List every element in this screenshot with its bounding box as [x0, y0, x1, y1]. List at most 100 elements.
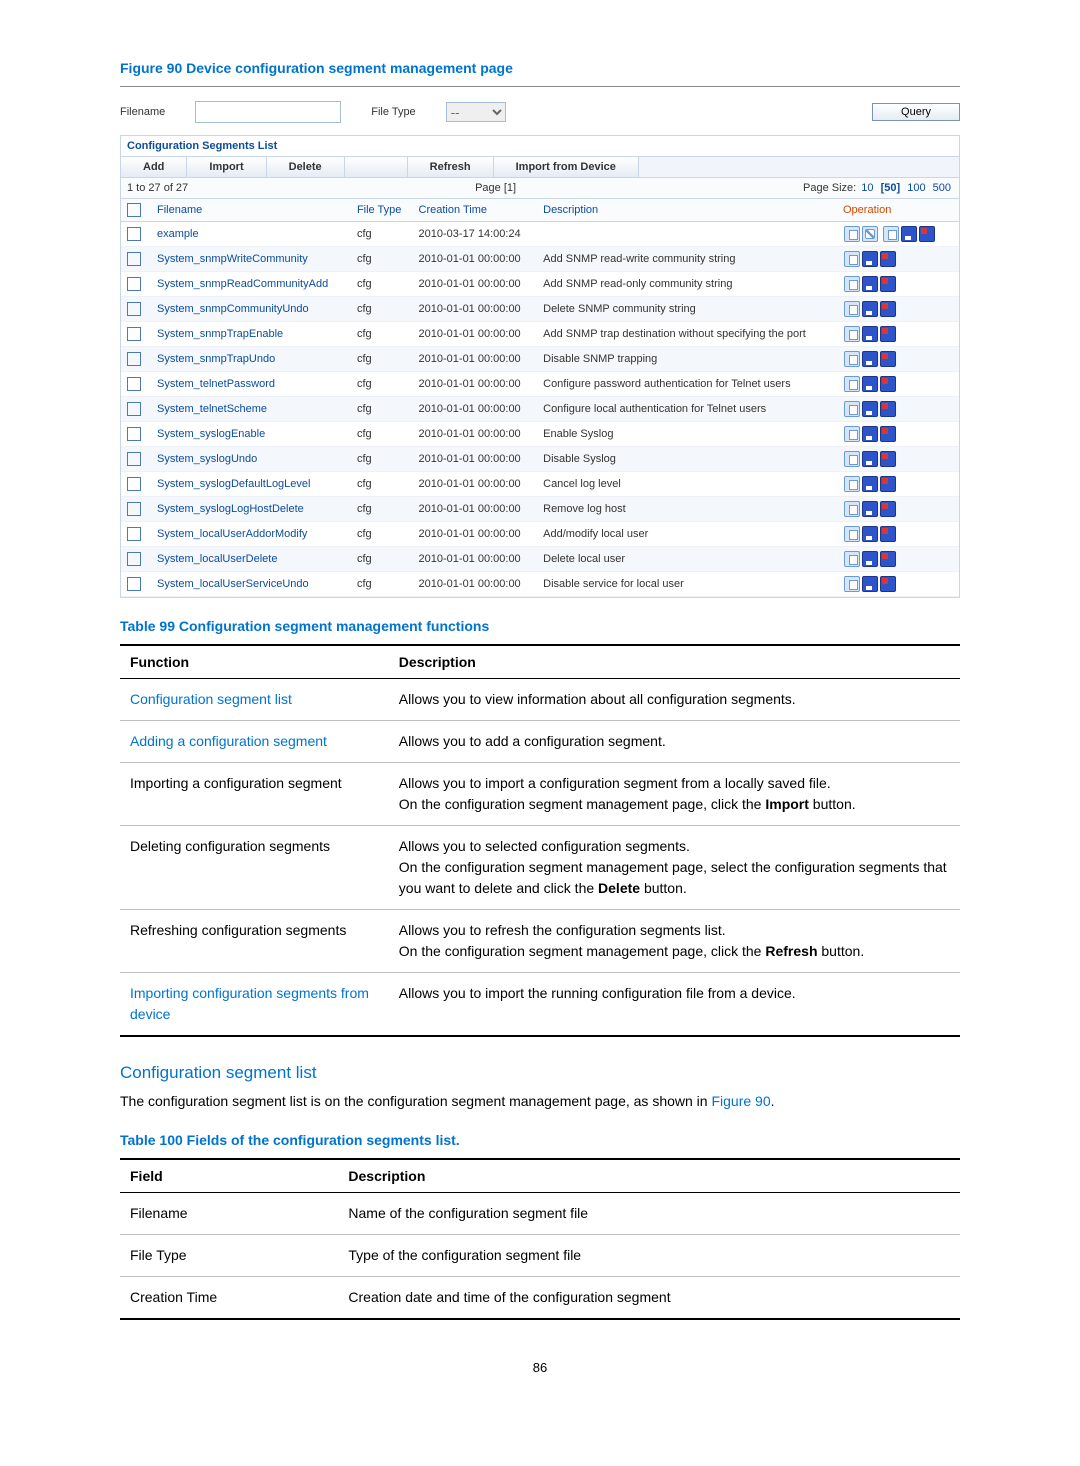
deploy-icon[interactable] [919, 226, 935, 242]
row-filename[interactable]: System_telnetScheme [151, 397, 351, 422]
deploy-icon[interactable] [880, 501, 896, 517]
col-filetype[interactable]: File Type [351, 199, 413, 222]
link-icon[interactable] [862, 226, 878, 242]
deploy-icon[interactable] [880, 251, 896, 267]
deploy-icon[interactable] [880, 326, 896, 342]
save-icon[interactable] [862, 401, 878, 417]
copy-icon[interactable] [844, 276, 860, 292]
row-checkbox[interactable] [127, 252, 141, 266]
col-filename[interactable]: Filename [151, 199, 351, 222]
copy-icon[interactable] [844, 351, 860, 367]
function-link[interactable]: Adding a configuration segment [130, 733, 327, 749]
row-filename[interactable]: System_snmpReadCommunityAdd [151, 272, 351, 297]
function-link[interactable]: Configuration segment list [130, 691, 292, 707]
select-all-checkbox[interactable] [127, 203, 141, 217]
copy-icon[interactable] [844, 451, 860, 467]
copy-icon[interactable] [844, 401, 860, 417]
row-filename[interactable]: System_syslogUndo [151, 447, 351, 472]
row-checkbox[interactable] [127, 477, 141, 491]
row-checkbox[interactable] [127, 452, 141, 466]
col-ctime[interactable]: Creation Time [413, 199, 538, 222]
deploy-icon[interactable] [880, 426, 896, 442]
row-filename[interactable]: System_snmpWriteCommunity [151, 247, 351, 272]
query-button[interactable]: Query [872, 103, 960, 121]
row-filename[interactable]: System_telnetPassword [151, 372, 351, 397]
save-icon[interactable] [862, 551, 878, 567]
deploy-icon[interactable] [880, 276, 896, 292]
save-icon[interactable] [862, 251, 878, 267]
save-icon[interactable] [862, 476, 878, 492]
copy-icon[interactable] [844, 376, 860, 392]
import-button[interactable]: Import [187, 157, 266, 177]
save-icon[interactable] [862, 276, 878, 292]
row-filename[interactable]: System_localUserServiceUndo [151, 572, 351, 597]
filetype-select[interactable]: -- [446, 102, 506, 122]
deploy-icon[interactable] [880, 376, 896, 392]
row-checkbox[interactable] [127, 527, 141, 541]
save-icon[interactable] [862, 326, 878, 342]
row-checkbox[interactable] [127, 427, 141, 441]
deploy-icon[interactable] [880, 576, 896, 592]
pagesize-50[interactable]: [50] [881, 182, 901, 194]
delete-button[interactable]: Delete [267, 157, 345, 177]
row-filename[interactable]: example [151, 222, 351, 247]
save-icon[interactable] [862, 301, 878, 317]
row-filename[interactable]: System_snmpTrapUndo [151, 347, 351, 372]
row-filename[interactable]: System_syslogEnable [151, 422, 351, 447]
copy-icon[interactable] [883, 226, 899, 242]
row-filename[interactable]: System_syslogDefaultLogLevel [151, 472, 351, 497]
save-icon[interactable] [862, 351, 878, 367]
row-checkbox[interactable] [127, 302, 141, 316]
row-checkbox[interactable] [127, 577, 141, 591]
row-filename[interactable]: System_localUserDelete [151, 547, 351, 572]
deploy-icon[interactable] [880, 526, 896, 542]
import-device-button[interactable]: Import from Device [494, 157, 639, 177]
copy-icon[interactable] [844, 326, 860, 342]
copy-icon[interactable] [844, 251, 860, 267]
copy-icon[interactable] [844, 426, 860, 442]
row-checkbox[interactable] [127, 277, 141, 291]
copy-icon[interactable] [844, 226, 860, 242]
deploy-icon[interactable] [880, 476, 896, 492]
copy-icon[interactable] [844, 576, 860, 592]
row-filename[interactable]: System_localUserAddorModify [151, 522, 351, 547]
col-desc[interactable]: Description [537, 199, 837, 222]
save-icon[interactable] [862, 426, 878, 442]
save-icon[interactable] [862, 501, 878, 517]
deploy-icon[interactable] [880, 301, 896, 317]
deploy-icon[interactable] [880, 401, 896, 417]
save-icon[interactable] [862, 526, 878, 542]
save-icon[interactable] [862, 451, 878, 467]
save-icon[interactable] [862, 576, 878, 592]
pagesize-500[interactable]: 500 [933, 182, 951, 194]
add-button[interactable]: Add [121, 157, 187, 177]
table-row: System_localUserAddorModifycfg2010-01-01… [121, 522, 959, 547]
function-link[interactable]: Importing configuration segments from de… [130, 985, 369, 1022]
row-checkbox[interactable] [127, 377, 141, 391]
row-filename[interactable]: System_snmpTrapEnable [151, 322, 351, 347]
pagesize-100[interactable]: 100 [907, 182, 925, 194]
save-icon[interactable] [862, 376, 878, 392]
row-checkbox[interactable] [127, 327, 141, 341]
row-checkbox[interactable] [127, 552, 141, 566]
pagesize-10[interactable]: 10 [861, 182, 873, 194]
deploy-icon[interactable] [880, 451, 896, 467]
copy-icon[interactable] [844, 551, 860, 567]
copy-icon[interactable] [844, 501, 860, 517]
copy-icon[interactable] [844, 526, 860, 542]
copy-icon[interactable] [844, 476, 860, 492]
figure-link[interactable]: Figure 90 [711, 1093, 770, 1109]
row-filename[interactable]: System_syslogLogHostDelete [151, 497, 351, 522]
row-filetype: cfg [351, 522, 413, 547]
deploy-icon[interactable] [880, 351, 896, 367]
row-checkbox[interactable] [127, 352, 141, 366]
row-filename[interactable]: System_snmpCommunityUndo [151, 297, 351, 322]
deploy-icon[interactable] [880, 551, 896, 567]
copy-icon[interactable] [844, 301, 860, 317]
row-checkbox[interactable] [127, 502, 141, 516]
filename-input[interactable] [195, 101, 341, 123]
row-checkbox[interactable] [127, 402, 141, 416]
refresh-button[interactable]: Refresh [408, 157, 494, 177]
save-icon[interactable] [901, 226, 917, 242]
row-checkbox[interactable] [127, 227, 141, 241]
